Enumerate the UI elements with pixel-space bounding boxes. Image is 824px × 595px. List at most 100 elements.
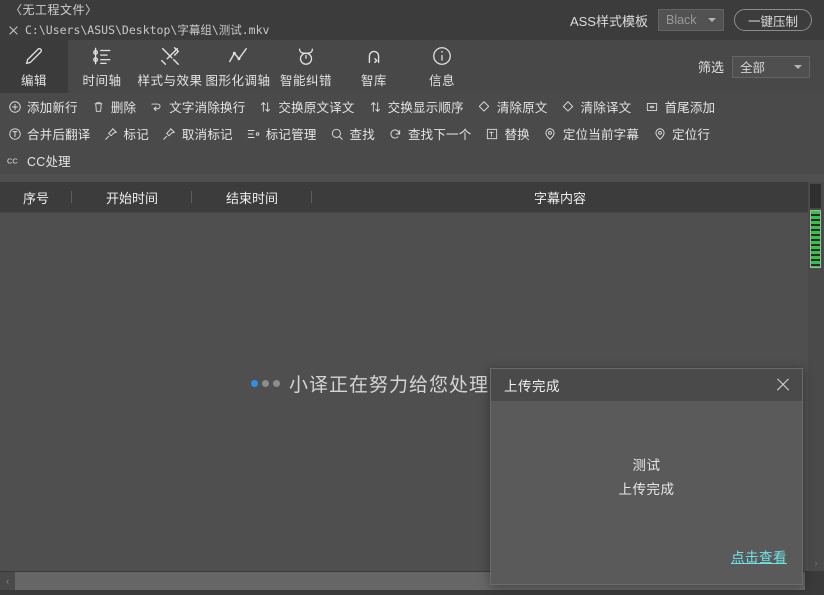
action-add-new-line[interactable]: 添加新行 (7, 97, 78, 116)
loading-dot-2 (262, 380, 269, 387)
action-find-next[interactable]: 查找下一个 (388, 124, 472, 143)
tab-edit-label: 编辑 (20, 74, 47, 88)
info-icon (431, 44, 453, 68)
processing-message: 小译正在努力给您处理 (289, 375, 490, 396)
vertical-scrollbar-thumb[interactable] (810, 210, 821, 268)
one-click-compress-button[interactable]: 一键压制 (733, 9, 812, 31)
action-clear-translation[interactable]: 清除译文 (561, 97, 632, 116)
file-path-label: C:\Users\ASUS\Desktop\字幕组\测试.mkv (25, 23, 270, 37)
action-clear-source[interactable]: 清除原文 (477, 97, 548, 116)
action-label: 标记 (123, 128, 149, 142)
filter-value: 全部 (740, 61, 766, 75)
tab-info-label: 信息 (428, 74, 455, 88)
tab-graphical-adjust[interactable]: 图形化调轴 (204, 40, 272, 93)
ribbon-tab-bar: 编辑 时间轴 样式与效果 图形化调轴 智能纠错 智库 信息 筛选 全部 (0, 40, 824, 93)
location-pin-icon (652, 126, 667, 141)
column-header-content[interactable]: 字幕内容 (312, 182, 808, 212)
column-label: 序号 (22, 190, 49, 206)
chevron-down-icon (707, 18, 716, 22)
ass-template-value: Black (665, 13, 697, 27)
pin-icon (162, 126, 177, 141)
action-label: 交换原文译文 (278, 101, 355, 115)
column-label: 开始时间 (105, 190, 158, 206)
ass-template-select[interactable]: Black (657, 9, 724, 31)
action-label: 取消标记 (181, 128, 233, 142)
action-mark[interactable]: 标记 (104, 124, 149, 143)
action-row-1: 添加新行 删除 文字消除换行 交换原文译文 交换显示顺序 清除原文 清除译文 首… (0, 93, 824, 120)
action-label: 定位行 (672, 128, 711, 142)
action-locate-current-subtitle[interactable]: 定位当前字幕 (543, 124, 639, 143)
title-bar-right-controls: ASS样式模板 Black 一键压制 (570, 0, 824, 40)
tab-info[interactable]: 信息 (408, 40, 476, 93)
action-swap-display-order[interactable]: 交换显示顺序 (368, 97, 464, 116)
ass-template-label: ASS样式模板 (569, 13, 648, 29)
action-swap-source-target[interactable]: 交换原文译文 (258, 97, 354, 116)
tab-graphical-adjust-label: 图形化调轴 (205, 74, 271, 88)
tab-smart-fix-label: 智能纠错 (279, 74, 332, 88)
action-label: 定位当前字幕 (562, 128, 640, 142)
close-file-icon[interactable] (8, 25, 19, 36)
action-add-head-tail[interactable]: 首尾添加 (644, 97, 715, 116)
pin-icon (104, 126, 119, 141)
action-label: 交换显示顺序 (387, 101, 464, 115)
tab-knowledge-base[interactable]: 智库 (340, 40, 408, 93)
search-next-icon (388, 126, 403, 141)
loading-dot-1 (251, 380, 258, 387)
tab-knowledge-base-label: 智库 (360, 74, 387, 88)
close-icon[interactable] (774, 376, 792, 394)
column-label: 字幕内容 (533, 190, 586, 206)
filter-select[interactable]: 全部 (732, 55, 810, 78)
column-header-start-time[interactable]: 开始时间 (72, 182, 192, 212)
upload-complete-dialog: 上传完成 测试 上传完成 点击查看 (490, 368, 803, 585)
action-label: 标记管理 (265, 128, 317, 142)
scroll-left-arrow-icon[interactable]: ‹ (0, 572, 15, 590)
replace-icon (484, 126, 499, 141)
search-icon (330, 126, 345, 141)
action-label: CC处理 (27, 155, 71, 169)
plus-circle-icon (7, 99, 22, 114)
subtitle-table-header: 序号 开始时间 结束时间 字幕内容 (0, 182, 808, 212)
action-unmark[interactable]: 取消标记 (162, 124, 233, 143)
action-cc-process[interactable]: CC CC处理 (7, 151, 71, 170)
translate-circle-icon (7, 126, 22, 141)
tab-edit[interactable]: 编辑 (0, 40, 68, 93)
smart-fix-icon (295, 44, 317, 68)
action-row-2: 合并后翻译 标记 取消标记 标记管理 查找 查找下一个 替换 定位当前字幕 定位… (0, 120, 824, 147)
tab-timeline[interactable]: 时间轴 (68, 40, 136, 93)
action-locate-line[interactable]: 定位行 (652, 124, 710, 143)
action-label: 清除译文 (580, 101, 632, 115)
action-find[interactable]: 查找 (330, 124, 375, 143)
action-delete[interactable]: 删除 (91, 97, 136, 116)
action-mark-manage[interactable]: 标记管理 (246, 124, 317, 143)
vertical-scrollbar-track-top (810, 184, 821, 208)
action-remove-line-breaks[interactable]: 文字消除换行 (149, 97, 245, 116)
processing-indicator: 小译正在努力给您处理 (251, 370, 489, 397)
action-label: 首尾添加 (664, 101, 716, 115)
action-label: 文字消除换行 (169, 101, 246, 115)
column-header-index[interactable]: 序号 (0, 182, 72, 212)
action-label: 添加新行 (27, 101, 78, 115)
tab-timeline-label: 时间轴 (82, 74, 122, 88)
action-label: 删除 (110, 101, 137, 115)
open-file-tab[interactable]: C:\Users\ASUS\Desktop\字幕组\测试.mkv (8, 20, 269, 40)
tab-styles-effects[interactable]: 样式与效果 (136, 40, 204, 93)
action-label: 清除原文 (496, 101, 548, 115)
dialog-body: 测试 上传完成 点击查看 (491, 401, 802, 584)
dialog-title: 上传完成 (504, 379, 560, 394)
pencil-icon (23, 44, 45, 68)
filter-controls: 筛选 全部 (698, 40, 824, 93)
action-label: 查找 (349, 128, 375, 142)
trash-icon (91, 99, 106, 114)
tab-smart-fix[interactable]: 智能纠错 (272, 40, 340, 93)
column-header-end-time[interactable]: 结束时间 (192, 182, 312, 212)
view-details-link[interactable]: 点击查看 (731, 546, 787, 566)
action-merge-translate[interactable]: 合并后翻译 (7, 124, 91, 143)
tab-styles-effects-label: 样式与效果 (137, 74, 203, 88)
eraser-icon (477, 99, 492, 114)
action-replace[interactable]: 替换 (484, 124, 530, 143)
scroll-right-arrow-icon[interactable]: › (808, 555, 824, 571)
vertical-scrollbar[interactable]: › (808, 182, 824, 571)
loading-dots-icon (251, 380, 280, 387)
timeline-icon (91, 44, 113, 68)
action-row-3: CC CC处理 (0, 147, 824, 174)
